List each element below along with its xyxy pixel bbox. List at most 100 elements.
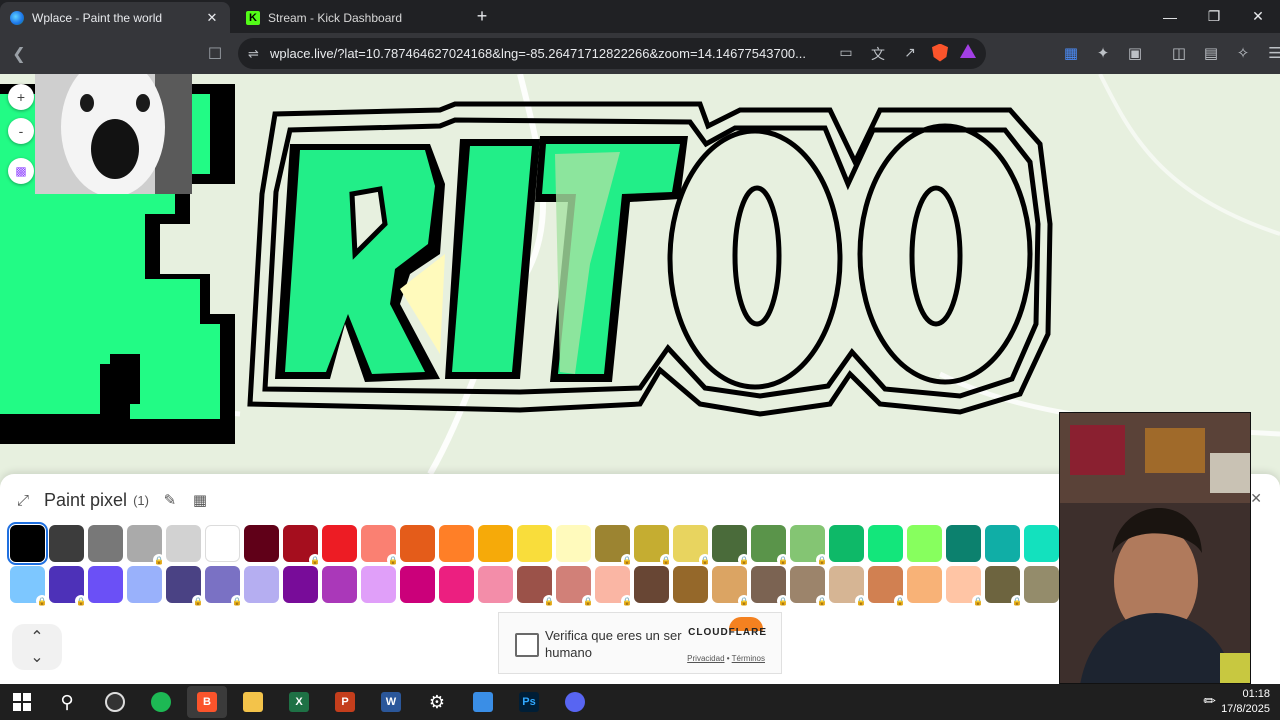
pen-tray-icon[interactable]: ✏ <box>1203 692 1216 710</box>
color-swatch[interactable] <box>322 566 357 603</box>
capcut-app-icon[interactable] <box>463 686 503 718</box>
terms-link[interactable]: Términos <box>732 654 765 663</box>
address-bar[interactable]: ⇌ wplace.live/?lat=10.787464627024168&ln… <box>238 38 986 69</box>
discord-app-icon[interactable] <box>555 686 595 718</box>
leo-ai-icon[interactable]: ✧ <box>1232 41 1254 65</box>
collapse-panel-button[interactable]: ⌃ ⌄ <box>12 624 62 670</box>
color-swatch[interactable] <box>88 566 123 603</box>
expand-icon[interactable]: ⤢ <box>14 492 32 509</box>
image-icon[interactable]: ▦ <box>191 491 209 509</box>
translate-extension-icon[interactable]: ▦ <box>1060 41 1082 65</box>
pencil-icon[interactable]: ✎ <box>161 491 179 509</box>
color-swatch[interactable]: 🔒 <box>712 566 750 607</box>
color-swatch[interactable] <box>517 525 552 562</box>
restore-button[interactable]: ❐ <box>1192 0 1236 33</box>
zoom-out-button[interactable]: - <box>8 118 34 144</box>
color-swatch[interactable]: 🔒 <box>49 566 87 607</box>
color-swatch[interactable] <box>673 566 708 603</box>
color-swatch[interactable] <box>439 525 474 562</box>
translate-icon[interactable]: 文 <box>868 44 888 64</box>
color-swatch[interactable] <box>166 525 201 562</box>
color-swatch[interactable]: 🔒 <box>868 566 906 607</box>
screenshot-icon[interactable]: ▣ <box>1124 41 1146 65</box>
color-swatch[interactable] <box>7 522 48 565</box>
color-swatch[interactable] <box>907 525 942 562</box>
color-swatch[interactable] <box>400 566 435 603</box>
color-swatch[interactable]: 🔒 <box>556 566 594 607</box>
system-clock[interactable]: 01:18 17/8/2025 <box>1221 687 1270 717</box>
site-settings-icon[interactable]: ⇌ <box>248 46 270 62</box>
color-swatch[interactable] <box>88 525 123 562</box>
color-swatch[interactable] <box>868 525 903 562</box>
color-swatch[interactable] <box>829 525 864 562</box>
color-swatch[interactable]: 🔒 <box>127 525 165 566</box>
color-swatch[interactable]: 🔒 <box>634 525 672 566</box>
start-button[interactable] <box>2 686 42 718</box>
color-swatch[interactable] <box>400 525 435 562</box>
color-swatch[interactable]: 🔒 <box>517 566 555 607</box>
obs-app-icon[interactable] <box>95 686 135 718</box>
spotify-app-icon[interactable] <box>141 686 181 718</box>
tab-wplace[interactable]: Wplace - Paint the world ✕ <box>0 2 230 33</box>
photoshop-app-icon[interactable]: Ps <box>509 686 549 718</box>
close-panel-button[interactable]: ✕ <box>1250 490 1262 507</box>
color-swatch[interactable] <box>361 566 396 603</box>
minimize-button[interactable]: — <box>1148 0 1192 33</box>
color-swatch[interactable] <box>985 525 1020 562</box>
cast-icon[interactable]: ▭ <box>836 44 856 64</box>
color-swatch[interactable]: 🔒 <box>166 566 204 607</box>
file-explorer-icon[interactable] <box>233 686 273 718</box>
color-swatch[interactable] <box>556 525 591 562</box>
color-swatch[interactable]: 🔒 <box>751 525 789 566</box>
color-swatch[interactable]: 🔒 <box>829 566 867 607</box>
color-swatch[interactable]: 🔒 <box>712 525 750 566</box>
extensions-puzzle-icon[interactable]: ✦ <box>1092 41 1114 65</box>
color-swatch[interactable] <box>49 525 84 562</box>
color-swatch[interactable] <box>322 525 357 562</box>
settings-app-icon[interactable]: ⚙ <box>417 686 457 718</box>
tab-kick-dashboard[interactable]: K Stream - Kick Dashboard <box>236 2 466 33</box>
color-swatch[interactable]: 🔒 <box>595 566 633 607</box>
back-button[interactable]: ❮ <box>6 41 32 67</box>
zoom-in-button[interactable]: + <box>8 84 34 110</box>
privacy-link[interactable]: Privacidad <box>687 654 724 663</box>
color-swatch[interactable]: 🔒 <box>985 566 1023 607</box>
close-window-button[interactable]: ✕ <box>1236 0 1280 33</box>
map-canvas[interactable]: + - ▩ ⤢ Paint pixel (1) ✎ ▦ ✕ 🔒 🔒 🔒 🔒 🔒 🔒 🔒 🔒 🔒 … <box>0 74 1280 684</box>
excel-app-icon[interactable]: X <box>279 686 319 718</box>
color-swatch[interactable] <box>439 566 474 603</box>
bookmark-icon[interactable]: ☐ <box>202 41 228 67</box>
color-swatch[interactable]: 🔒 <box>283 525 321 566</box>
color-swatch[interactable] <box>1024 566 1059 603</box>
color-swatch[interactable] <box>946 525 981 562</box>
color-swatch[interactable] <box>478 566 513 603</box>
color-swatch[interactable] <box>127 566 162 603</box>
color-swatch[interactable]: 🔒 <box>946 566 984 607</box>
menu-icon[interactable]: ☰ <box>1264 41 1280 65</box>
brave-app-icon[interactable]: B <box>187 686 227 718</box>
powerpoint-app-icon[interactable]: P <box>325 686 365 718</box>
captcha-checkbox[interactable] <box>515 633 539 657</box>
sidebar-icon[interactable]: ◫ <box>1168 41 1190 65</box>
color-swatch[interactable] <box>478 525 513 562</box>
color-swatch[interactable]: 🔒 <box>205 566 243 607</box>
color-swatch[interactable] <box>634 566 669 603</box>
color-swatch[interactable]: 🔒 <box>790 566 828 607</box>
close-tab-icon[interactable]: ✕ <box>204 10 220 26</box>
color-swatch[interactable] <box>283 566 318 603</box>
twitch-icon[interactable]: ▩ <box>8 158 34 184</box>
search-icon[interactable]: ⚲ <box>47 686 87 718</box>
brave-shields-icon[interactable] <box>932 43 948 62</box>
color-swatch[interactable]: 🔒 <box>361 525 399 566</box>
color-swatch[interactable]: 🔒 <box>751 566 789 607</box>
brave-rewards-icon[interactable] <box>960 43 976 58</box>
new-tab-button[interactable]: + <box>472 6 492 26</box>
wallet-icon[interactable]: ▤ <box>1200 41 1222 65</box>
color-swatch[interactable]: 🔒 <box>10 566 48 607</box>
color-swatch[interactable]: 🔒 <box>790 525 828 566</box>
color-swatch[interactable]: 🔒 <box>595 525 633 566</box>
color-swatch[interactable] <box>205 525 240 562</box>
color-swatch[interactable] <box>244 525 279 562</box>
color-swatch[interactable] <box>907 566 942 603</box>
color-swatch[interactable] <box>244 566 279 603</box>
